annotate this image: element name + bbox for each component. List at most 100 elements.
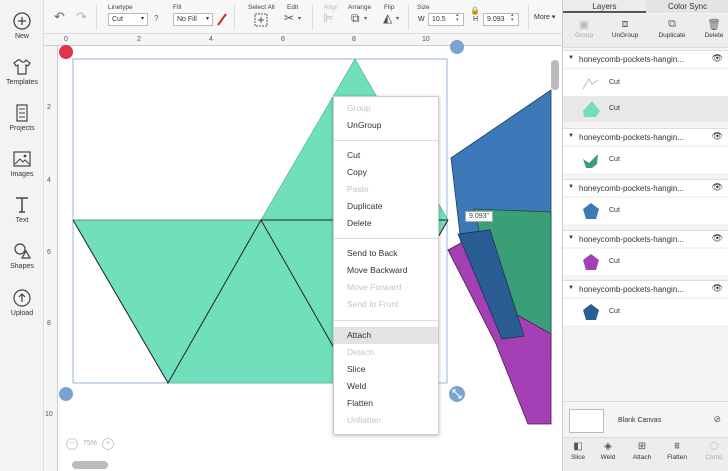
weld-button[interactable]: ◈ Weld xyxy=(595,441,621,461)
panel-tabs: Layers Color Sync xyxy=(563,0,728,13)
flatten-icon: ⩩ xyxy=(674,441,680,452)
menu-item-send-to-back[interactable]: Send to Back xyxy=(334,245,438,262)
tab-layers[interactable]: Layers xyxy=(563,0,646,13)
more-button[interactable]: More ▾ xyxy=(534,13,555,21)
chevron-down-icon[interactable]: ▼ xyxy=(568,133,574,139)
layer-group[interactable]: ▼ honeycomb-pockets-hangin... 👁 xyxy=(563,280,728,297)
layer-item[interactable]: Cut xyxy=(563,249,728,275)
layer-item[interactable]: Cut xyxy=(563,70,728,96)
toolbar-divider xyxy=(312,4,313,30)
delete-button[interactable]: 🗑 Delete xyxy=(701,18,727,39)
menu-item-unflatten[interactable]: Unflatten xyxy=(334,412,438,429)
scissors-icon[interactable]: ✂ xyxy=(284,11,294,25)
menu-item-move-forward[interactable]: Move Forward xyxy=(334,279,438,296)
ungroup-button[interactable]: ⧈ UnGroup xyxy=(607,18,643,39)
duplicate-button[interactable]: ⧉ Duplicate xyxy=(655,18,689,39)
select-all-icon[interactable] xyxy=(254,13,268,27)
shapes-button[interactable]: Shapes xyxy=(0,240,44,270)
text-label: Text xyxy=(15,217,29,224)
redo-icon[interactable]: ↷ xyxy=(76,9,87,25)
linetype-select[interactable]: Cut ▾ xyxy=(108,13,148,26)
menu-item-copy[interactable]: Copy xyxy=(334,164,438,181)
fill-color-swatch-icon[interactable] xyxy=(216,13,228,26)
menu-item-send-to-front[interactable]: Send to Front xyxy=(334,296,438,313)
undo-icon[interactable]: ↶ xyxy=(54,9,65,25)
slice-button[interactable]: ◧ Slice xyxy=(565,441,591,461)
duplicate-icon: ⧉ xyxy=(668,18,676,30)
chevron-down-icon[interactable]: ▼ xyxy=(568,55,574,61)
align-icon[interactable]: ⊫ xyxy=(323,11,333,25)
chevron-down-icon[interactable]: ▼ xyxy=(568,184,574,190)
shapes-icon xyxy=(14,243,32,259)
chevron-down-icon[interactable]: ▼ xyxy=(568,285,574,291)
arrange-icon[interactable]: ⧉ xyxy=(351,11,360,26)
layer-item[interactable]: Cut xyxy=(563,147,728,173)
new-button[interactable]: New xyxy=(0,10,44,40)
eye-hidden-icon[interactable]: ⊘ xyxy=(713,414,721,425)
templates-button[interactable]: Templates xyxy=(0,56,44,86)
group-icon: ▣ xyxy=(578,19,590,31)
rotate-handle-icon[interactable] xyxy=(450,40,464,54)
menu-divider xyxy=(334,140,438,141)
menu-item-move-backward[interactable]: Move Backward xyxy=(334,262,438,279)
blank-canvas-row[interactable]: Blank Canvas ⊘ xyxy=(563,401,728,437)
menu-item-attach[interactable]: Attach xyxy=(334,327,438,344)
horizontal-scrollbar[interactable] xyxy=(72,461,108,469)
menu-item-ungroup[interactable]: UnGroup xyxy=(334,117,438,134)
menu-item-paste[interactable]: Paste xyxy=(334,181,438,198)
help-icon[interactable]: ? xyxy=(154,14,158,23)
blank-canvas-swatch[interactable] xyxy=(569,409,604,433)
flatten-button[interactable]: ⩩ Flatten xyxy=(661,441,693,461)
menu-item-detach[interactable]: Detach xyxy=(334,344,438,361)
layer-name: honeycomb-pockets-hangin... xyxy=(579,55,684,64)
eye-icon[interactable]: 👁 xyxy=(712,182,723,193)
zoom-out-icon[interactable]: − xyxy=(66,438,78,450)
lock-handle-icon[interactable] xyxy=(59,387,73,401)
lock-icon[interactable]: 🔒 xyxy=(470,6,480,15)
projects-button[interactable]: Projects xyxy=(0,102,44,132)
eye-icon[interactable]: 👁 xyxy=(712,283,723,294)
chevron-down-icon[interactable]: ▼ xyxy=(568,235,574,241)
layer-item[interactable]: Cut xyxy=(563,198,728,224)
vertical-scrollbar[interactable] xyxy=(551,60,559,90)
delete-label: Delete xyxy=(704,32,724,39)
fill-select[interactable]: No Fill ▾ xyxy=(173,13,213,26)
layer-item[interactable]: Cut xyxy=(563,96,728,122)
shapes-label: Shapes xyxy=(10,263,34,270)
text-button[interactable]: Text xyxy=(0,194,44,224)
menu-item-weld[interactable]: Weld xyxy=(334,378,438,395)
zoom-in-icon[interactable]: + xyxy=(102,438,114,450)
layer-operation: Cut xyxy=(609,156,620,163)
layer-group[interactable]: ▼ honeycomb-pockets-hangin... 👁 xyxy=(563,128,728,145)
text-T-icon xyxy=(16,197,28,213)
upload-button[interactable]: Upload xyxy=(0,287,44,317)
tab-color-sync[interactable]: Color Sync xyxy=(646,0,728,13)
eye-icon[interactable]: 👁 xyxy=(712,233,723,244)
flip-icon[interactable]: ◭ xyxy=(383,11,392,25)
menu-item-cut[interactable]: Cut xyxy=(334,147,438,164)
group-button[interactable]: ▣ Group xyxy=(571,18,597,39)
slice-label: Slice xyxy=(570,454,586,461)
attach-button[interactable]: ⊞ Attach xyxy=(627,441,657,461)
delete-handle-icon[interactable] xyxy=(59,45,73,59)
layer-group[interactable]: ▼ honeycomb-pockets-hangin... 👁 xyxy=(563,230,728,247)
chevron-down-icon: ▾ xyxy=(205,16,209,22)
menu-item-group[interactable]: Group xyxy=(334,100,438,117)
eye-icon[interactable]: 👁 xyxy=(712,53,723,64)
menu-item-duplicate[interactable]: Duplicate xyxy=(334,198,438,215)
fill-value: No Fill xyxy=(177,16,197,23)
height-stepper-icon[interactable]: ▴ ▾ xyxy=(511,13,514,23)
layer-group[interactable]: ▼ honeycomb-pockets-hangin... 👁 xyxy=(563,50,728,67)
design-canvas[interactable]: 0 2 4 6 8 10 2 4 6 8 10 9.093" xyxy=(44,34,562,471)
blue-pentagon-thumbnail-icon xyxy=(583,203,599,219)
eye-icon[interactable]: 👁 xyxy=(712,131,723,142)
layer-group[interactable]: ▼ honeycomb-pockets-hangin... 👁 xyxy=(563,179,728,196)
layer-item[interactable]: Cut xyxy=(563,299,728,325)
images-button[interactable]: Images xyxy=(0,148,44,178)
select-all-label: Select All xyxy=(248,4,275,11)
menu-item-delete[interactable]: Delete xyxy=(334,215,438,232)
menu-item-slice[interactable]: Slice xyxy=(334,361,438,378)
width-stepper-icon[interactable]: ▴ ▾ xyxy=(456,13,459,23)
contour-button[interactable]: ⬡ Conto xyxy=(701,441,727,461)
menu-item-flatten[interactable]: Flatten xyxy=(334,395,438,412)
